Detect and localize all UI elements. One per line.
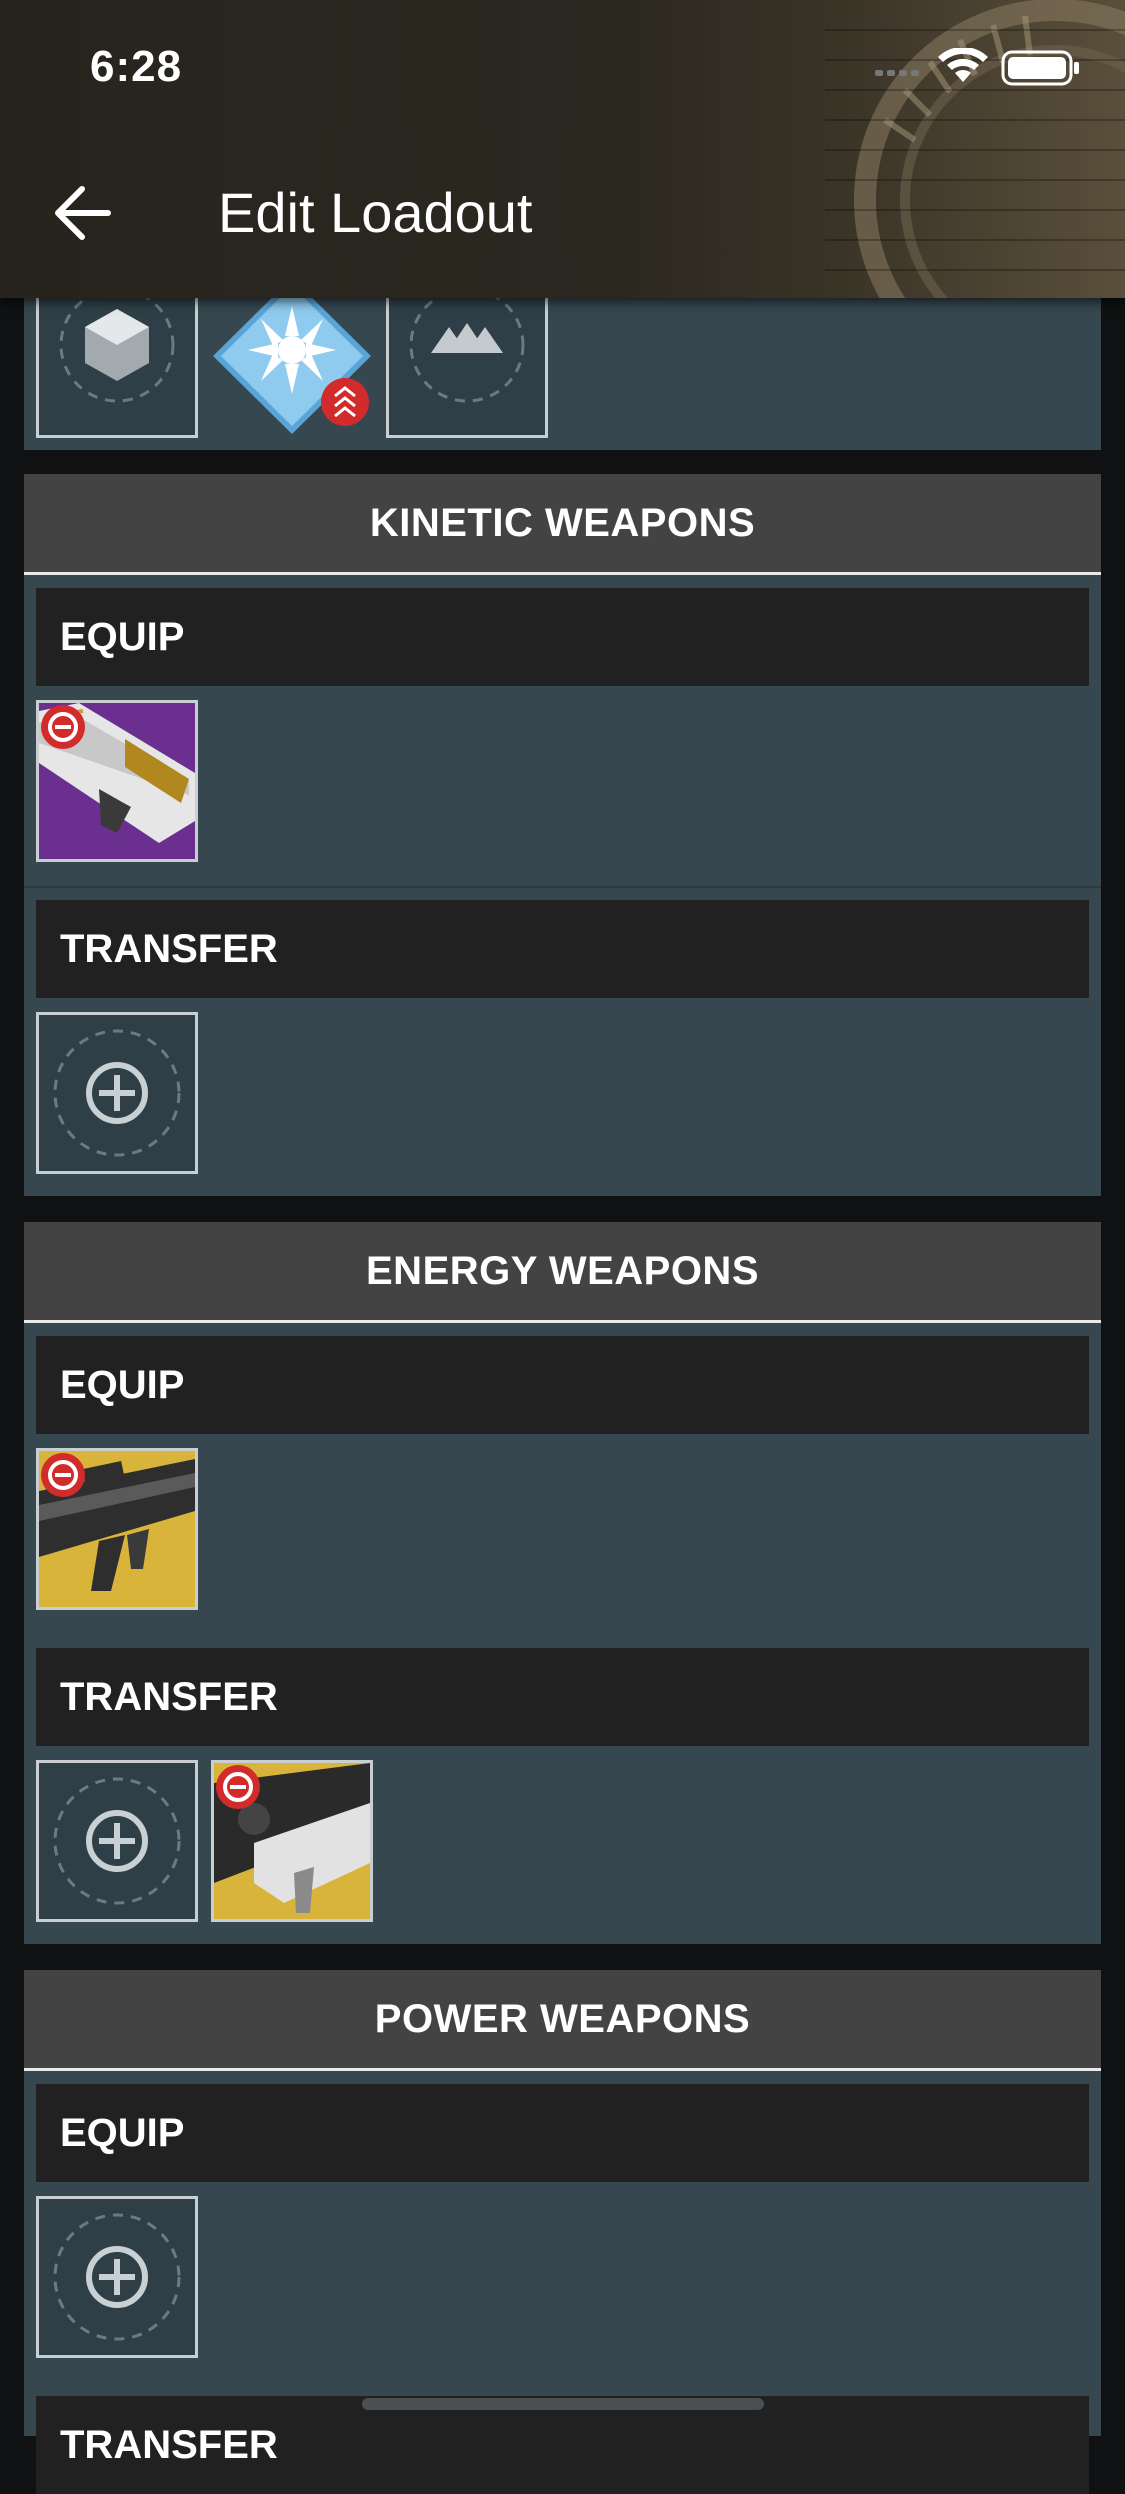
- transfer-header: TRANSFER: [36, 1648, 1089, 1746]
- transfer-header: TRANSFER: [36, 900, 1089, 998]
- home-indicator[interactable]: [362, 2398, 764, 2410]
- weapon-item[interactable]: [211, 1760, 373, 1922]
- section-energy-weapons: ENERGY WEAPONS EQUIP TRANSFER: [24, 1222, 1101, 1944]
- equip-header: EQUIP: [36, 1336, 1089, 1434]
- arc-subclass-item[interactable]: [211, 278, 373, 438]
- remove-icon[interactable]: [39, 1451, 87, 1499]
- subclass-panel: [24, 278, 1101, 450]
- empty-emblem-slot[interactable]: [386, 278, 548, 438]
- wifi-icon: [938, 48, 988, 82]
- section-power-weapons: POWER WEAPONS EQUIP TRANSFER: [24, 1970, 1101, 2494]
- page-title: Edit Loadout: [218, 181, 533, 244]
- weapon-item[interactable]: [36, 700, 198, 862]
- status-time: 6:28: [90, 42, 183, 91]
- section-title: POWER WEAPONS: [24, 1970, 1101, 2071]
- transfer-header: TRANSFER: [36, 2396, 1089, 2494]
- remove-icon[interactable]: [39, 703, 87, 751]
- equip-header: EQUIP: [36, 588, 1089, 686]
- equip-header: EQUIP: [36, 2084, 1089, 2182]
- battery-icon: [1001, 50, 1079, 86]
- add-item-slot[interactable]: [36, 1012, 198, 1174]
- divider: [24, 886, 1101, 888]
- status-icons: [875, 48, 1079, 86]
- back-arrow-icon[interactable]: [52, 182, 114, 244]
- add-item-slot[interactable]: [36, 1760, 198, 1922]
- empty-subclass-slot[interactable]: [36, 278, 198, 438]
- sunburst-icon: [248, 306, 336, 394]
- add-item-slot[interactable]: [36, 2196, 198, 2358]
- remove-icon: [321, 378, 369, 426]
- section-kinetic-weapons: KINETIC WEAPONS EQUIP TRANSFER: [24, 474, 1101, 1196]
- remove-icon[interactable]: [214, 1763, 262, 1811]
- app-header: 6:28 Edit Loadout: [0, 0, 1125, 298]
- section-title: ENERGY WEAPONS: [24, 1222, 1101, 1323]
- weapon-item[interactable]: [36, 1448, 198, 1610]
- emblem-art-icon: [825, 0, 1125, 298]
- section-title: KINETIC WEAPONS: [24, 474, 1101, 575]
- signal-icon: [875, 70, 919, 76]
